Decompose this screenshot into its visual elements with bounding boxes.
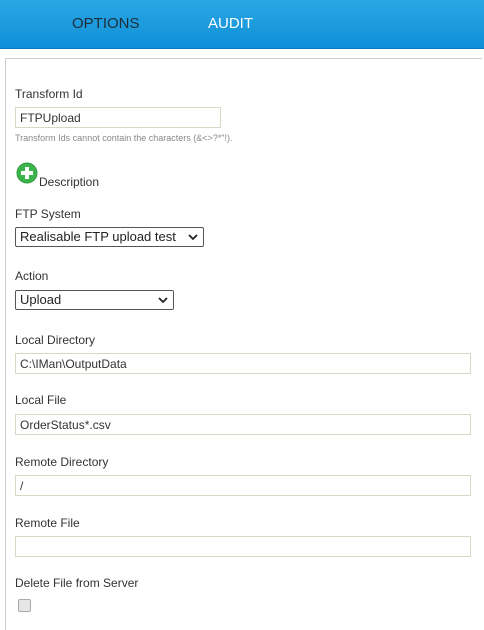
remote-directory-label: Remote Directory xyxy=(15,455,109,469)
chevron-down-icon xyxy=(188,234,198,241)
remote-file-label: Remote File xyxy=(15,516,80,530)
tab-options[interactable]: OPTIONS xyxy=(72,0,140,48)
local-file-input[interactable] xyxy=(15,414,471,435)
action-select[interactable]: Upload xyxy=(15,290,174,310)
ftp-system-select[interactable]: Realisable FTP upload test xyxy=(15,227,204,247)
add-description-icon[interactable] xyxy=(16,162,38,184)
remote-file-input[interactable] xyxy=(15,536,471,557)
ftp-system-selected-value: Realisable FTP upload test xyxy=(20,229,176,244)
delete-file-label: Delete File from Server xyxy=(15,576,139,590)
action-selected-value: Upload xyxy=(20,292,62,307)
chevron-down-icon xyxy=(158,297,168,304)
transform-id-label: Transform Id xyxy=(15,87,83,101)
local-directory-label: Local Directory xyxy=(15,333,96,347)
remote-directory-input[interactable] xyxy=(15,475,471,496)
local-file-label: Local File xyxy=(15,393,67,407)
description-label: Description xyxy=(39,175,100,189)
top-nav-bar: OPTIONS AUDIT xyxy=(0,0,484,49)
tab-audit[interactable]: AUDIT xyxy=(208,0,253,48)
transform-id-hint: Transform Ids cannot contain the charact… xyxy=(15,133,233,143)
action-label: Action xyxy=(15,269,49,283)
transform-id-input[interactable] xyxy=(15,107,221,128)
local-directory-input[interactable] xyxy=(15,353,471,374)
ftp-system-label: FTP System xyxy=(15,207,81,221)
delete-file-checkbox[interactable] xyxy=(18,599,31,612)
